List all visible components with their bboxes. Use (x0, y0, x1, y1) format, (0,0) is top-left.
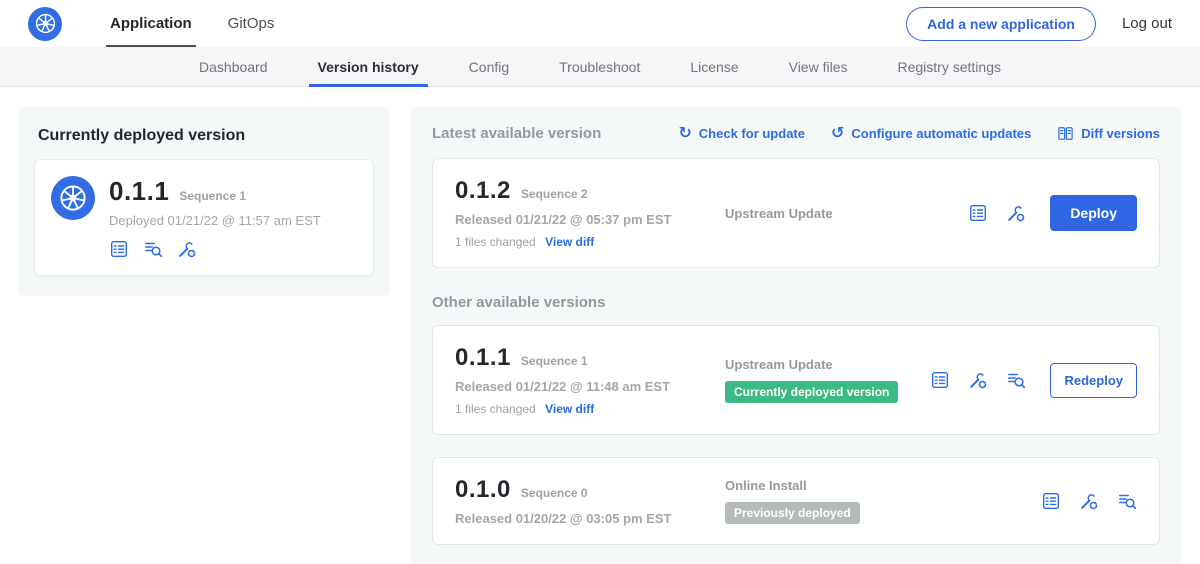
view-diff-link[interactable]: View diff (545, 402, 594, 416)
version-source-block: Online Install Previously deployed (717, 478, 1041, 524)
latest-version-title: Latest available version (432, 125, 601, 142)
subnav-config-label: Config (469, 59, 509, 75)
other-versions-title: Other available versions (432, 294, 1160, 311)
subnav-registry-settings[interactable]: Registry settings (873, 47, 1026, 86)
previously-deployed-badge: Previously deployed (725, 502, 860, 524)
release-notes-icon[interactable] (109, 239, 129, 259)
tab-application-label: Application (110, 15, 192, 32)
version-row-011: 0.1.1 Sequence 1 Released 01/21/22 @ 11:… (432, 325, 1160, 435)
version-info: 0.1.2 Sequence 2 Released 01/21/22 @ 05:… (455, 177, 717, 249)
deployed-sequence: Sequence 1 (179, 189, 246, 203)
version-row-010: 0.1.0 Sequence 0 Released 01/20/22 @ 03:… (432, 457, 1160, 545)
currently-deployed-panel: Currently deployed version 0.1.1 Sequenc… (18, 107, 390, 296)
diff-search-icon[interactable] (1117, 491, 1137, 511)
configure-automatic-updates-label: Configure automatic updates (851, 126, 1031, 141)
currently-deployed-badge: Currently deployed version (725, 381, 898, 403)
version-actions: Redeploy (930, 363, 1137, 398)
diff-versions-label: Diff versions (1081, 126, 1160, 141)
main-tabs: Application GitOps (92, 0, 292, 47)
versions-panel-actions: ↻ Check for update ↺ Configure automatic… (678, 125, 1160, 142)
files-changed: 1 files changed (455, 235, 536, 249)
version-sequence: Sequence 1 (521, 354, 588, 368)
header-right: Add a new application Log out (906, 7, 1172, 41)
view-diff-link[interactable]: View diff (545, 235, 594, 249)
version-source-block: Upstream Update (717, 206, 968, 221)
version-sequence: Sequence 2 (521, 187, 588, 201)
tab-gitops-label: GitOps (228, 15, 275, 32)
check-for-update-button[interactable]: ↻ Check for update (678, 126, 805, 142)
version-files: 1 files changed View diff (455, 402, 717, 416)
deployed-actions (109, 239, 321, 259)
diff-search-icon[interactable] (1006, 370, 1026, 390)
subnav-dashboard-label: Dashboard (199, 59, 268, 75)
configure-automatic-updates-button[interactable]: ↺ Configure automatic updates (831, 126, 1031, 142)
subnav-view-files[interactable]: View files (764, 47, 873, 86)
logout-link[interactable]: Log out (1122, 15, 1172, 32)
config-wrench-icon[interactable] (1006, 203, 1026, 223)
subnav-config[interactable]: Config (444, 47, 534, 86)
refresh-icon: ↻ (678, 126, 691, 142)
subnav-registry-settings-label: Registry settings (898, 59, 1001, 75)
deployed-panel-title: Currently deployed version (38, 127, 374, 145)
release-notes-icon[interactable] (1041, 491, 1061, 511)
config-wrench-icon[interactable] (177, 239, 197, 259)
kubernetes-logo-icon (28, 7, 62, 41)
main-content: Currently deployed version 0.1.1 Sequenc… (0, 87, 1200, 564)
version-source: Online Install (725, 478, 1041, 493)
subnav-view-files-label: View files (789, 59, 848, 75)
deploy-button[interactable]: Deploy (1050, 195, 1137, 231)
version-files: 1 files changed View diff (455, 235, 717, 249)
version-sequence: Sequence 0 (521, 486, 588, 500)
diff-search-icon[interactable] (143, 239, 163, 259)
release-notes-icon[interactable] (968, 203, 988, 223)
app-header: Application GitOps Add a new application… (0, 0, 1200, 47)
version-number: 0.1.2 (455, 177, 511, 205)
version-released: Released 01/20/22 @ 03:05 pm EST (455, 511, 717, 526)
version-number: 0.1.1 (455, 344, 511, 372)
version-info: 0.1.0 Sequence 0 Released 01/20/22 @ 03:… (455, 476, 717, 526)
subnav-dashboard[interactable]: Dashboard (174, 47, 293, 86)
deployed-version-card: 0.1.1 Sequence 1 Deployed 01/21/22 @ 11:… (34, 159, 374, 276)
versions-panel-header: Latest available version ↻ Check for upd… (432, 125, 1160, 142)
diff-versions-button[interactable]: Diff versions (1057, 125, 1160, 142)
deployed-version-number: 0.1.1 (109, 176, 169, 207)
add-application-button[interactable]: Add a new application (906, 7, 1096, 41)
subnav-troubleshoot-label: Troubleshoot (559, 59, 640, 75)
subnav-license-label: License (690, 59, 738, 75)
release-notes-icon[interactable] (930, 370, 950, 390)
version-released: Released 01/21/22 @ 11:48 am EST (455, 379, 717, 394)
config-wrench-icon[interactable] (1079, 491, 1099, 511)
deployed-timestamp: Deployed 01/21/22 @ 11:57 am EST (109, 213, 321, 228)
subnav-version-history[interactable]: Version history (293, 47, 444, 86)
check-for-update-label: Check for update (699, 126, 805, 141)
version-row-012: 0.1.2 Sequence 2 Released 01/21/22 @ 05:… (432, 158, 1160, 268)
config-wrench-icon[interactable] (968, 370, 988, 390)
versions-panel: Latest available version ↻ Check for upd… (410, 107, 1182, 564)
subnav-version-history-label: Version history (318, 59, 419, 75)
split-columns-icon (1057, 125, 1074, 142)
auto-update-icon: ↺ (831, 126, 844, 142)
files-changed: 1 files changed (455, 402, 536, 416)
redeploy-button[interactable]: Redeploy (1050, 363, 1137, 398)
version-actions (1041, 491, 1137, 511)
tab-gitops[interactable]: GitOps (210, 0, 293, 47)
version-info: 0.1.1 Sequence 1 Released 01/21/22 @ 11:… (455, 344, 717, 416)
version-number: 0.1.0 (455, 476, 511, 504)
tab-application[interactable]: Application (92, 0, 210, 47)
version-source-block: Upstream Update Currently deployed versi… (717, 357, 930, 403)
subnav-troubleshoot[interactable]: Troubleshoot (534, 47, 665, 86)
version-source: Upstream Update (725, 357, 930, 372)
version-actions: Deploy (968, 195, 1137, 231)
version-source: Upstream Update (725, 206, 968, 221)
subnav-license[interactable]: License (665, 47, 763, 86)
version-released: Released 01/21/22 @ 05:37 pm EST (455, 212, 717, 227)
app-subnav: Dashboard Version history Config Trouble… (0, 47, 1200, 87)
app-logo-icon (51, 176, 95, 220)
deployed-version-info: 0.1.1 Sequence 1 Deployed 01/21/22 @ 11:… (109, 176, 321, 259)
